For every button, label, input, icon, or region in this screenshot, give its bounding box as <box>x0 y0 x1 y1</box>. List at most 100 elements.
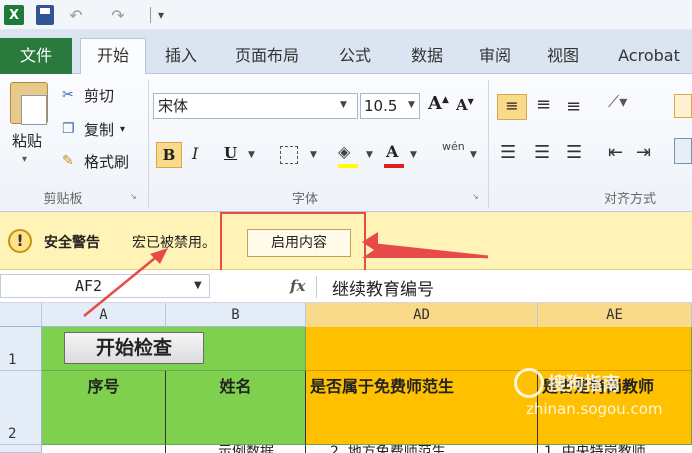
row-number: 1 <box>8 352 17 368</box>
chevron-down-icon[interactable]: ▼ <box>310 150 317 160</box>
insert-function-icon[interactable]: fx <box>290 277 305 295</box>
excel-app-icon[interactable]: X <box>4 5 24 25</box>
cell-a3[interactable] <box>42 445 166 453</box>
formula-bar: AF2 ▼ fx 继续教育编号 <box>0 270 692 303</box>
tab-data[interactable]: 数据 <box>396 40 458 74</box>
tab-page-layout[interactable]: 页面布局 <box>222 40 312 74</box>
formula-separator <box>316 276 317 298</box>
cell-b2[interactable]: 姓名 <box>166 371 306 445</box>
security-warning-title: 安全警告 <box>44 235 100 251</box>
chevron-down-icon[interactable]: ▼ <box>248 150 255 160</box>
row-header-1[interactable]: 1 <box>0 327 42 371</box>
header-serial-number: 序号 <box>87 377 120 396</box>
align-middle-icon[interactable]: ≡ <box>536 94 551 115</box>
tab-file[interactable]: 文件 <box>0 38 72 74</box>
column-header-b[interactable]: B <box>166 303 306 327</box>
cell-a2[interactable]: 序号 <box>42 371 166 445</box>
column-header-ad[interactable]: AD <box>306 303 538 327</box>
watermark-title: 搜狗指南 <box>548 374 620 395</box>
undo-icon[interactable]: ↶ <box>62 5 90 25</box>
cell-ae3[interactable]: 1. 中央特岗教师 <box>538 445 692 453</box>
chevron-down-icon[interactable]: ▼ <box>340 100 347 110</box>
borders-icon[interactable] <box>280 146 298 164</box>
align-left-icon[interactable]: ☰ <box>500 142 516 163</box>
chevron-down-icon[interactable]: ▼ <box>410 150 417 160</box>
redo-icon[interactable]: ↷ <box>104 5 132 25</box>
chevron-down-icon[interactable]: ▼ <box>194 280 202 291</box>
row-header-2[interactable]: 2 <box>0 371 42 445</box>
tab-home[interactable]: 开始 <box>80 38 146 75</box>
brush-icon: ✎ <box>62 153 74 169</box>
copy-dropdown-icon: ▾ <box>120 123 126 135</box>
column-header-a[interactable]: A <box>42 303 166 327</box>
bold-button[interactable]: B <box>156 142 182 168</box>
underline-button[interactable]: U <box>224 144 237 162</box>
cell-ad3[interactable]: 2. 地方免费师范生 <box>306 445 538 453</box>
paste-button[interactable]: 粘贴 <box>12 130 42 151</box>
shrink-font-label: A <box>456 96 468 114</box>
column-headers: A B AD AE <box>0 303 692 327</box>
header-free-normal-student: 是否属于免费师范生 <box>310 377 455 396</box>
cell-ad2[interactable]: 是否属于免费师范生 <box>306 371 538 445</box>
cell-ae3-text: 1. 中央特岗教师 <box>544 445 646 453</box>
align-top-icon[interactable]: ≡ <box>497 94 527 120</box>
warning-icon: ! <box>8 229 32 253</box>
save-icon[interactable] <box>36 5 54 25</box>
grow-font-label: A <box>428 93 442 114</box>
group-separator <box>148 80 149 208</box>
orientation-icon[interactable]: ⟋▾ <box>608 92 627 112</box>
font-name-select[interactable]: 宋体 <box>153 93 358 119</box>
tab-view[interactable]: 视图 <box>532 40 594 74</box>
customize-toolbar-icon[interactable]: ▾ <box>154 5 168 25</box>
sogou-watermark: 搜狗指南 zhinan.sogou.com <box>512 364 688 424</box>
grow-font-button[interactable]: A▲ <box>428 93 449 114</box>
copy-button[interactable]: ❐ 复制 ▾ <box>62 118 125 140</box>
shrink-font-button[interactable]: A▼ <box>456 96 474 114</box>
select-all-corner[interactable] <box>0 303 42 327</box>
chevron-down-icon[interactable]: ▼ <box>470 150 477 160</box>
align-center-icon[interactable]: ☰ <box>534 142 550 163</box>
align-right-icon[interactable]: ☰ <box>566 142 582 163</box>
paste-dropdown-icon[interactable]: ▾ <box>22 154 27 165</box>
scissors-icon: ✂ <box>62 87 74 103</box>
format-painter-label: 格式刷 <box>84 152 130 171</box>
tab-review[interactable]: 审阅 <box>464 40 526 74</box>
row-header-3[interactable] <box>0 445 42 453</box>
chevron-down-icon[interactable]: ▼ <box>408 100 415 110</box>
tab-insert[interactable]: 插入 <box>150 40 212 74</box>
name-box[interactable]: AF2 <box>0 274 210 298</box>
cell-b3[interactable]: 示例数据 <box>166 445 306 453</box>
decrease-indent-icon[interactable]: ⇤ <box>608 142 623 163</box>
wrap-text-icon[interactable] <box>674 94 692 118</box>
align-bottom-icon[interactable]: ≡ <box>566 96 581 117</box>
font-group-label: 字体 <box>291 192 318 207</box>
copy-icon: ❐ <box>62 121 75 137</box>
italic-button[interactable]: I <box>192 144 198 163</box>
start-check-button[interactable]: 开始检查 <box>64 332 204 364</box>
cut-button[interactable]: ✂ 剪切 <box>62 84 114 106</box>
paste-icon[interactable] <box>10 82 48 125</box>
font-color-button[interactable]: A <box>383 142 405 168</box>
quick-access-toolbar: X ↶ ↷ ▾ <box>0 0 692 30</box>
watermark-url: zhinan.sogou.com <box>526 400 663 418</box>
cut-label: 剪切 <box>84 86 115 105</box>
font-launcher-icon[interactable]: ↘ <box>472 192 482 202</box>
phonetic-guide-button[interactable]: wén <box>442 140 465 153</box>
column-header-ae[interactable]: AE <box>538 303 692 327</box>
alignment-group-label: 对齐方式 <box>603 192 656 207</box>
chevron-down-icon[interactable]: ▼ <box>366 150 373 160</box>
tab-acrobat[interactable]: Acrobat <box>606 40 692 74</box>
cell-b3-text: 示例数据 <box>218 445 274 453</box>
clipboard-launcher-icon[interactable]: ↘ <box>130 192 140 202</box>
format-painter-button[interactable]: ✎ 格式刷 <box>62 150 129 172</box>
fill-color-icon[interactable]: ◈ <box>338 142 359 168</box>
formula-input[interactable]: 继续教育编号 <box>332 275 434 300</box>
cell-ad3-text: 2. 地方免费师范生 <box>330 445 446 453</box>
row-number: 2 <box>8 426 17 442</box>
header-name: 姓名 <box>219 377 252 396</box>
increase-indent-icon[interactable]: ⇥ <box>636 142 651 163</box>
clipboard-group-label: 剪贴板 <box>43 192 83 207</box>
merge-center-icon[interactable] <box>674 138 692 164</box>
sogou-logo-icon <box>514 368 544 398</box>
tab-formulas[interactable]: 公式 <box>324 40 386 74</box>
